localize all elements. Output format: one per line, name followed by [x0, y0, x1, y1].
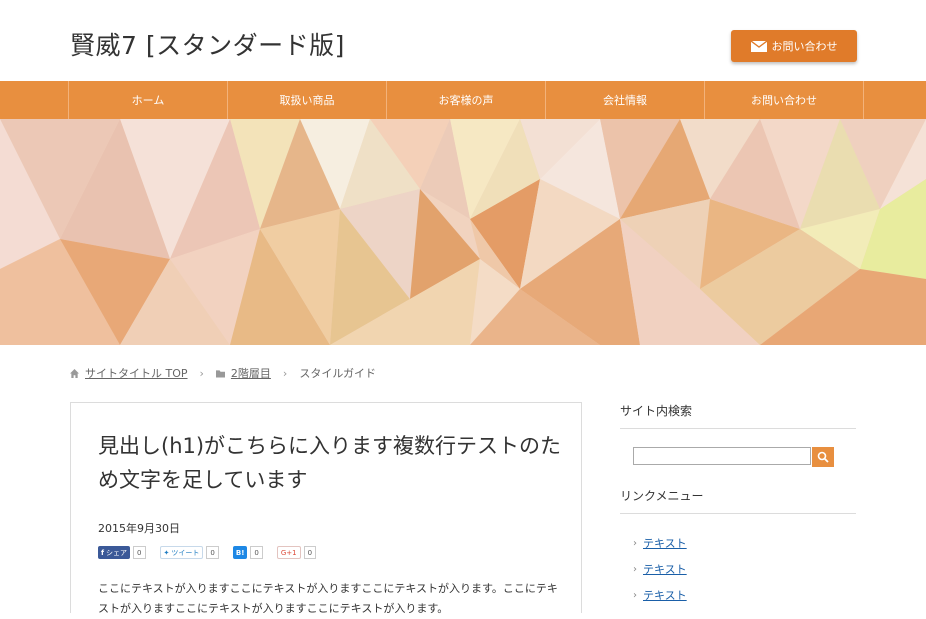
tweet-label: ツイート: [171, 548, 200, 557]
nav-item-testimonials[interactable]: お客様の声: [387, 81, 546, 119]
facebook-share-count: 0: [133, 546, 146, 559]
chevron-right-icon: ›: [199, 366, 204, 380]
search-icon: [817, 451, 829, 463]
nav-item-home[interactable]: ホーム: [69, 81, 228, 119]
chevron-right-icon: ›: [633, 589, 637, 601]
facebook-icon: f: [101, 548, 105, 557]
list-item: › テキスト: [620, 556, 856, 582]
link-menu-item[interactable]: テキスト: [643, 561, 687, 577]
nav-item-contact[interactable]: お問い合わせ: [705, 81, 864, 119]
search-button[interactable]: [812, 447, 834, 467]
list-item: › テキスト: [620, 582, 856, 608]
article-body: ここにテキストが入りますここにテキストが入りますここにテキストが入ります。ここに…: [98, 582, 558, 615]
search-form: [633, 447, 856, 467]
facebook-share: f シェア 0: [98, 546, 146, 559]
twitter-share: ✦ ツイート 0: [159, 546, 219, 559]
hatena-bookmark-count: 0: [250, 546, 263, 559]
twitter-icon: ✦: [163, 548, 170, 557]
global-nav: ホーム 取扱い商品 お客様の声 会社情報 お問い合わせ: [0, 81, 926, 119]
hero-banner: [0, 119, 926, 345]
search-widget-title: サイト内検索: [620, 402, 856, 429]
breadcrumb: サイトタイトル TOP › 2階層目 › スタイルガイド: [70, 365, 376, 381]
google-plus-button[interactable]: G+1: [276, 546, 301, 559]
article-date: 2015年9月30日: [98, 522, 180, 535]
facebook-share-button[interactable]: f シェア: [98, 546, 131, 559]
google-plus-count: 0: [303, 546, 317, 559]
sidebar: サイト内検索 リンクメニュー › テキスト › テキスト › テキスト: [620, 402, 856, 608]
link-menu-item[interactable]: テキスト: [643, 535, 687, 551]
link-menu: › テキスト › テキスト › テキスト: [620, 530, 856, 608]
chevron-right-icon: ›: [633, 537, 637, 549]
breadcrumb-current: スタイルガイド: [299, 367, 376, 380]
tweet-button[interactable]: ✦ ツイート: [159, 546, 204, 559]
facebook-share-label: シェア: [106, 548, 128, 557]
mail-icon: [750, 40, 767, 52]
list-item: › テキスト: [620, 530, 856, 556]
google-plus-share: G+1 0: [276, 546, 317, 559]
tweet-count: 0: [206, 546, 219, 559]
chevron-right-icon: ›: [282, 366, 288, 380]
hatena-bookmark: B! 0: [232, 546, 263, 559]
article-card: 見出し(h1)がこちらに入ります複数行テストのため文字を足しています 2015年…: [70, 402, 582, 615]
home-icon: [70, 368, 79, 378]
contact-button[interactable]: お問い合わせ: [731, 30, 857, 62]
site-title[interactable]: 賢威7 [スタンダード版]: [70, 26, 345, 62]
link-menu-item[interactable]: テキスト: [643, 587, 687, 603]
search-input[interactable]: [633, 447, 811, 465]
hero-polygon-image: [0, 119, 926, 345]
breadcrumb-home-link[interactable]: サイトタイトル TOP: [85, 365, 188, 381]
social-buttons: f シェア 0 ✦ ツイート 0 B! 0 G+1 0: [98, 546, 317, 559]
hatena-bookmark-button[interactable]: B!: [232, 546, 248, 559]
nav-item-company[interactable]: 会社情報: [546, 81, 705, 119]
folder-icon: [215, 369, 225, 378]
contact-button-label: お問い合わせ: [771, 40, 838, 53]
link-menu-title: リンクメニュー: [620, 487, 856, 514]
site-header: 賢威7 [スタンダード版] お問い合わせ: [0, 0, 926, 81]
article-title: 見出し(h1)がこちらに入ります複数行テストのため文字を足しています: [98, 434, 562, 492]
nav-item-products[interactable]: 取扱い商品: [228, 81, 387, 119]
chevron-right-icon: ›: [633, 563, 637, 575]
breadcrumb-category-link[interactable]: 2階層目: [231, 365, 271, 381]
